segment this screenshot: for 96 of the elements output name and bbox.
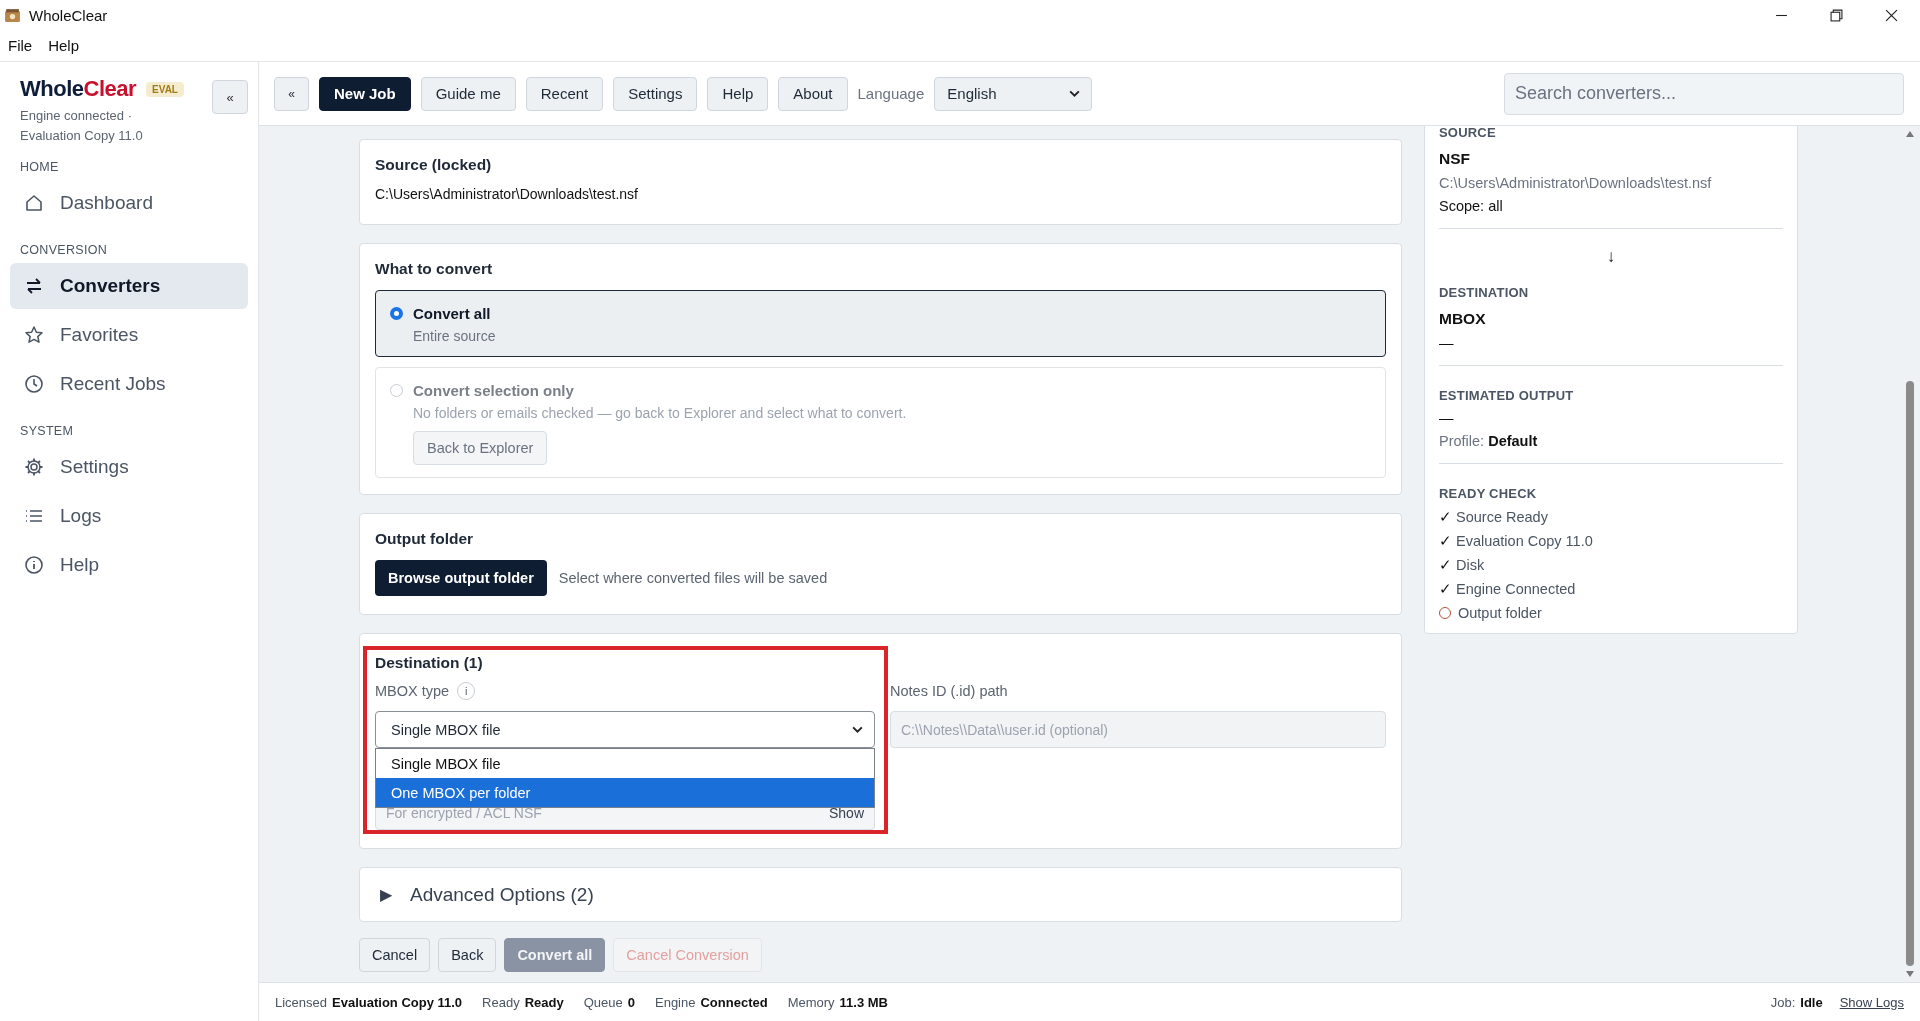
menu-item[interactable]: File [8,37,33,54]
check-item: Disk [1456,557,1485,573]
advanced-options-toggle[interactable]: ▶ Advanced Options (2) [359,867,1402,922]
summary-heading: SOURCE [1439,126,1497,140]
action-button[interactable]: Back [438,938,497,972]
menu-item[interactable]: Help [48,37,80,54]
collapse-button[interactable]: « [274,76,309,111]
option-title: Convert selection only [413,382,575,399]
star-icon [24,325,44,345]
nav-item[interactable]: Dashboard [10,180,248,226]
status-value: Evaluation Copy 11.0 [332,994,463,1010]
destination-format: MBOX [1439,310,1487,328]
check-item: Output folder [1458,605,1542,621]
section-heading: HOME [19,160,60,174]
check-mark: ✓ [1439,557,1452,573]
card-title: Output folder [375,530,475,548]
toolbar-button[interactable]: About [778,76,848,111]
field-label: MBOX type [375,683,450,699]
check-mark: ✓ [1439,581,1452,597]
toolbar-button[interactable]: New Job [319,76,411,111]
status-value: Connected [700,994,768,1010]
status-label: Memory [787,994,835,1010]
app-icon [4,6,21,24]
estimate-value: — [1439,410,1455,426]
summary-heading: READY CHECK [1439,486,1538,501]
show-logs-link[interactable]: Show Logs [1839,994,1904,1010]
summary-heading: DESTINATION [1439,285,1530,300]
browse-button[interactable]: Browse output folder [375,560,547,596]
field-label: Notes ID (.id) path [890,683,1008,699]
close-icon[interactable] [1885,8,1898,22]
check-item: Engine Connected [1456,581,1576,597]
status-label: Licensed [275,994,328,1010]
section-heading: SYSTEM [19,424,75,438]
nav-item[interactable]: Logs [10,493,248,539]
settings-icon [24,457,44,477]
option-description: Entire source [413,328,496,344]
status-label: Engine [655,994,696,1010]
toolbar-button[interactable]: Settings [613,76,698,111]
source-path: C:\Users\Administrator\Downloads\test.nsf [1439,175,1713,191]
check-item: Source Ready [1456,509,1548,525]
card-title: Destination (1) [375,654,484,672]
notes-id-field[interactable]: C:\\Notes\\Data\\user.id (optional) [890,711,1386,748]
check-item: Evaluation Copy 11.0 [1456,533,1593,549]
eval-badge: EVAL [146,81,184,97]
nav-item[interactable]: Converters [10,263,248,309]
toolbar-button[interactable]: Help [707,76,769,111]
toolbar-button[interactable]: Recent [525,76,604,111]
destination-detail: — [1439,335,1455,351]
scope-text: Scope: all [1439,198,1504,214]
status-value: Idle [1800,994,1823,1010]
summary-heading: ESTIMATED OUTPUT [1439,388,1575,403]
source-path: C:\Users\Administrator\Downloads\test.nsf [375,186,639,202]
option-card[interactable]: Convert all Entire source [375,290,1386,357]
nav-item[interactable]: Help [10,542,248,588]
status-value: Ready [524,994,564,1010]
show-toggle[interactable]: Show [828,804,864,821]
section-heading: CONVERSION [19,243,109,257]
scroll-up-icon[interactable] [1905,130,1915,138]
search-field[interactable]: Search converters... [1504,72,1904,115]
engine-status: Engine connected · Evaluation Copy 11.0 [20,107,144,145]
status-value: 0 [627,994,635,1010]
nav-item[interactable]: Favorites [10,312,248,358]
radio-button[interactable] [390,307,403,320]
check-mark: ✓ [1439,533,1452,549]
status-value: 11.3 MB [839,994,888,1010]
down-arrow: ↓ [1606,247,1616,267]
brand-logo: WholeClear [20,76,137,102]
status-label: Job: [1770,994,1796,1010]
check-mark: ✓ [1439,509,1452,525]
scroll-down-icon[interactable] [1905,970,1915,978]
card-title: Source (locked) [375,156,493,174]
option-title: Convert all [413,305,492,322]
language-select[interactable]: English [934,76,1093,111]
collapse-button[interactable]: « [212,80,248,114]
option-description: No folders or emails checked — go back to Explorer and select what to convert. [413,405,907,421]
clock-icon [24,374,44,394]
source-format: NSF [1439,150,1471,168]
profile-text: Profile: Default [1439,433,1539,449]
hint-text: Select where converted files will be saved [558,570,828,586]
card-title: What to convert [375,260,494,278]
mbox-type-select[interactable]: Single MBOX file [375,711,875,748]
info-icon [24,555,44,575]
toolbar-button[interactable]: Guide me [420,76,516,111]
dropdown-option[interactable]: Single MBOX file [376,749,874,778]
swap-arrows-icon [24,276,44,296]
expand-arrow-icon: ▶ [380,885,392,904]
action-button[interactable]: Cancel [359,938,431,972]
status-label: Queue [583,994,623,1010]
language-label: Language [857,85,925,102]
nav-item[interactable]: Recent Jobs [10,361,248,407]
window-title: WholeClear [29,6,108,24]
restore-icon[interactable] [1830,8,1843,22]
home-icon [24,193,44,213]
status-label: Ready [482,994,520,1010]
dropdown-option[interactable]: One MBOX per folder [376,778,874,807]
nav-item[interactable]: Settings [10,444,248,490]
